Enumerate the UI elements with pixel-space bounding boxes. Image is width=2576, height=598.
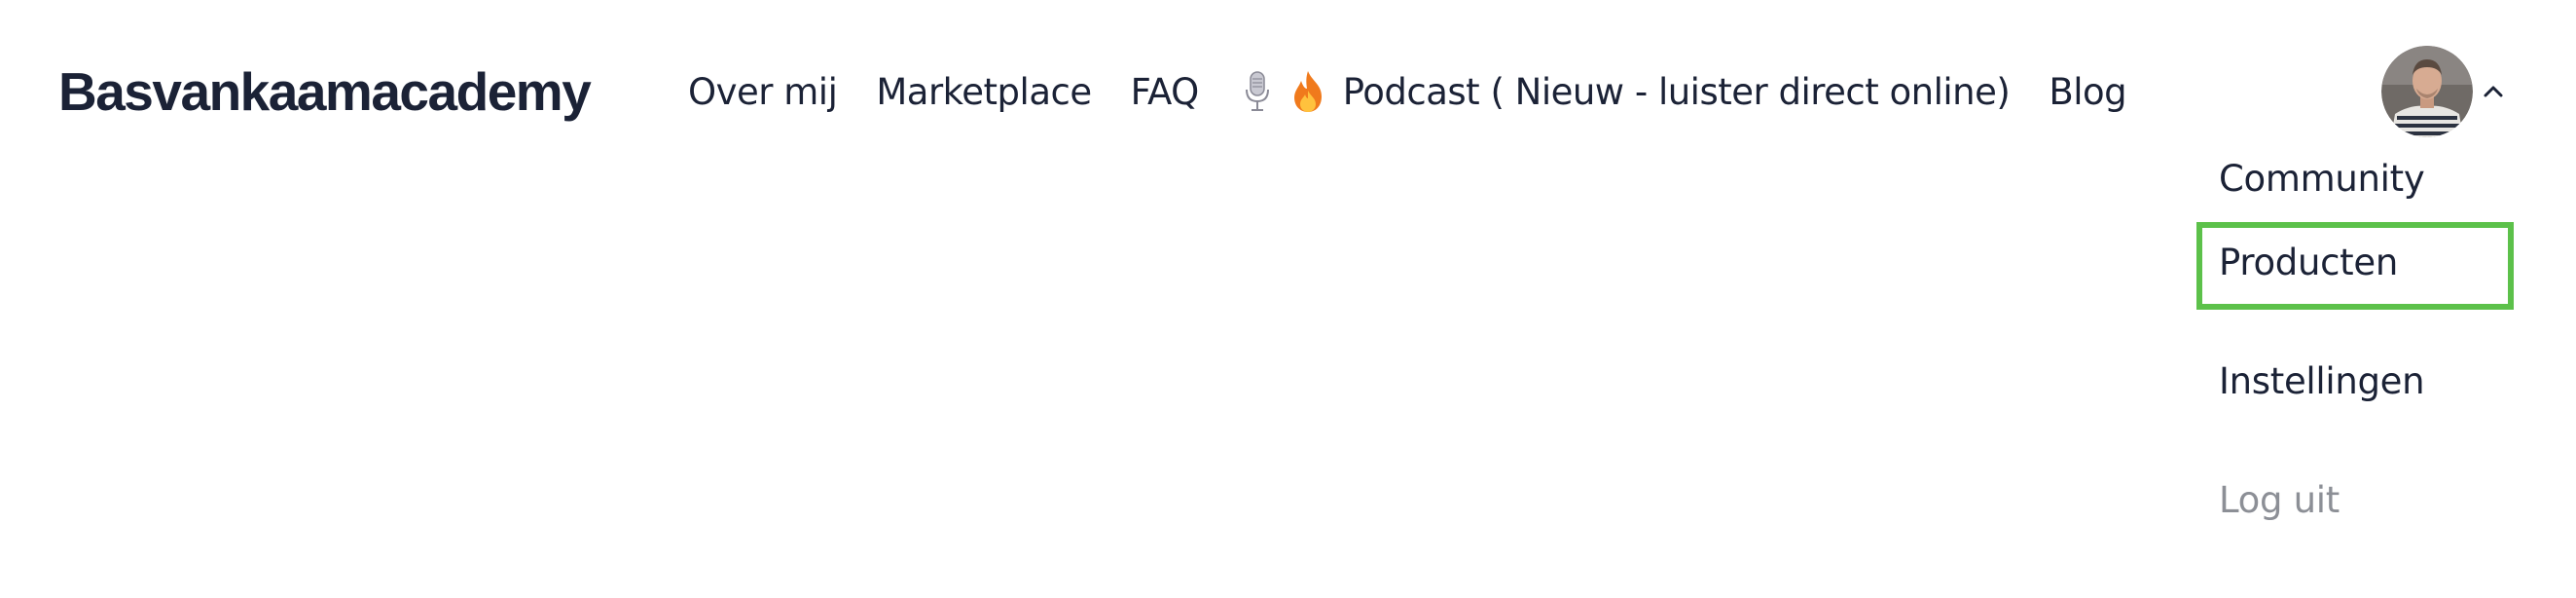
menu-item-producten[interactable]: Producten [2219, 242, 2398, 283]
nav-item-blog[interactable]: Blog [2049, 71, 2126, 113]
fire-icon [1288, 67, 1327, 116]
microphone-icon [1238, 67, 1277, 116]
user-menu-toggle[interactable] [2381, 46, 2506, 137]
nav-item-faq[interactable]: FAQ [1131, 71, 1200, 113]
nav-item-podcast-label: Podcast ( Nieuw - luister direct online) [1342, 70, 2011, 113]
chevron-up-icon[interactable] [2481, 79, 2506, 104]
nav-item-over-mij[interactable]: Over mij [688, 71, 838, 113]
brand-logo-text[interactable]: Basvankaamacademy [58, 51, 592, 132]
user-avatar[interactable] [2381, 46, 2473, 137]
main-nav: Over mij Marketplace FAQ Podcast ( Nieuw… [688, 51, 2127, 132]
nav-item-marketplace[interactable]: Marketplace [876, 71, 1092, 113]
nav-item-podcast[interactable]: Podcast ( Nieuw - luister direct online) [1238, 67, 2011, 116]
menu-item-community[interactable]: Community [2219, 158, 2425, 200]
menu-item-log-uit[interactable]: Log uit [2219, 479, 2340, 521]
menu-item-instellingen[interactable]: Instellingen [2219, 360, 2425, 402]
